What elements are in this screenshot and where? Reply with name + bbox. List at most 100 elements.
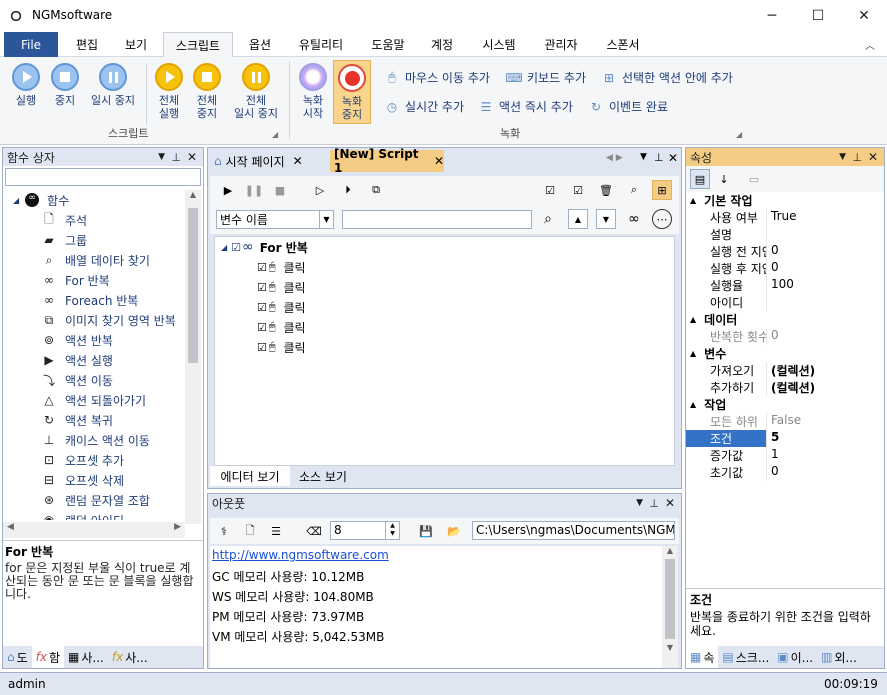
pin-icon[interactable]: ⊥ [852, 151, 862, 164]
function-item[interactable]: ↻ 액션 복귀 [3, 410, 185, 430]
function-item[interactable]: 🗋 주석 [3, 210, 185, 230]
collapse-icon[interactable]: ▲ [690, 315, 696, 324]
maximize-button[interactable]: ☐ [795, 0, 841, 32]
tree-node-click[interactable]: ☑ 🖱 클릭 [257, 337, 306, 357]
tab-utility[interactable]: 유틸리티 [288, 32, 354, 57]
eraser-icon[interactable]: ⌫ [304, 521, 324, 541]
tab-toolbox[interactable]: ⌂ 도 [3, 646, 32, 668]
property-category[interactable]: ▲ 기본 작업 [686, 192, 884, 209]
checkbox-icon[interactable]: ☑ [257, 261, 267, 274]
mouse-move-button[interactable]: 🖱 마우스 이동 추가 [384, 69, 490, 86]
property-value[interactable] [766, 226, 771, 243]
property-value[interactable]: (컬렉션) [766, 362, 815, 379]
tab-functions[interactable]: fx 함 [31, 646, 65, 668]
horizontal-scrollbar[interactable]: ◀ ▶ [3, 522, 185, 538]
property-value[interactable]: 100 [766, 277, 794, 294]
checkbox-icon[interactable]: ☑ [257, 341, 267, 354]
property-category[interactable]: ▲ 데이터 [686, 311, 884, 328]
move-down-icon[interactable]: ▼ [596, 209, 616, 229]
minimize-button[interactable]: ─ [749, 0, 795, 32]
loop-icon[interactable]: ∞ [624, 209, 644, 229]
run-all-button[interactable]: 전체 실행 [152, 63, 186, 120]
folder-icon[interactable]: 📂 [444, 521, 464, 541]
record-stop-button[interactable]: 녹화 중지 [333, 60, 371, 124]
property-row[interactable]: 조건 5 [686, 430, 884, 447]
property-row[interactable]: 실행율 100 [686, 277, 884, 294]
function-item[interactable]: ⊚ 액션 반복 [3, 330, 185, 350]
tree-root[interactable]: ◢ ∞ 함수 [3, 190, 185, 210]
checkbox-icon[interactable]: ☑ [257, 321, 267, 334]
tab-source-view[interactable]: 소스 보기 [290, 466, 356, 486]
function-item[interactable]: ∞ Foreach 반복 [3, 290, 185, 310]
property-value[interactable]: 0 [766, 328, 779, 345]
property-value[interactable]: 0 [766, 260, 779, 277]
property-value[interactable] [766, 294, 771, 311]
function-item[interactable]: ⊛ 랜덤 문자열 조합 [3, 490, 185, 510]
categorized-icon[interactable]: ▤ [690, 169, 710, 189]
instant-button[interactable]: ☰ 액션 즉시 추가 [478, 98, 573, 115]
tab-user1[interactable]: ▦ 사... [64, 646, 108, 668]
save-icon[interactable]: 💾 [416, 521, 436, 541]
spinner-arrows-icon[interactable]: ▲ ▼ [385, 522, 399, 539]
property-row[interactable]: 초기값 0 [686, 464, 884, 481]
tab-file[interactable]: File [4, 32, 58, 57]
property-row[interactable]: 반복한 횟수 0 [686, 328, 884, 345]
tree-for-loop[interactable]: ◢ ☑ ∞ For 반복 [221, 237, 308, 257]
close-tab-icon[interactable]: ✕ [434, 154, 444, 168]
step-icon[interactable]: ▷ [310, 180, 330, 200]
property-value[interactable]: 5 [766, 430, 779, 447]
pause-all-button[interactable]: 전체 일시 중지 [228, 63, 284, 120]
tree-node-click[interactable]: ☑ 🖱 클릭 [257, 257, 306, 277]
property-row[interactable]: 추가하기 (컬렉션) [686, 379, 884, 396]
check-all-icon[interactable]: ☑ [540, 180, 560, 200]
collapse-icon[interactable]: ▲ [690, 196, 696, 205]
property-row[interactable]: 실행 전 지연0 [686, 243, 884, 260]
more-icon[interactable]: ⋯ [652, 209, 672, 229]
variable-select[interactable]: 변수 이름 ▼ [216, 210, 334, 229]
pause-button[interactable]: 일시 중지 [86, 63, 140, 107]
stop-icon[interactable]: ■ [270, 180, 290, 200]
play-icon[interactable]: ▶ [218, 180, 238, 200]
realtime-button[interactable]: ◷ 실시간 추가 [384, 98, 464, 115]
tree-view-icon[interactable]: ⊞ [652, 180, 672, 200]
function-item[interactable]: ▶ 액션 실행 [3, 350, 185, 370]
tab-images[interactable]: ▣ 이... [773, 646, 817, 668]
close-panel-icon[interactable]: ✕ [187, 150, 197, 164]
group-launcher-icon[interactable]: ◢ [272, 130, 278, 139]
dropdown-icon[interactable]: ▼ [839, 152, 846, 162]
search-icon[interactable]: ⌕ [624, 180, 644, 200]
property-row[interactable]: 증가값 1 [686, 447, 884, 464]
pin-icon[interactable]: ⊥ [654, 151, 664, 164]
clean-icon[interactable]: ⚕ [214, 521, 234, 541]
property-value[interactable]: True [766, 209, 797, 226]
function-item[interactable]: ∞ For 반복 [3, 270, 185, 290]
tab-system[interactable]: 시스템 [472, 32, 526, 57]
property-category[interactable]: ▲ 작업 [686, 396, 884, 413]
tab-nav-arrows[interactable]: ◀ ▶ [606, 153, 623, 163]
property-value[interactable]: 1 [766, 447, 779, 464]
collapse-ribbon-button[interactable]: ︿ [858, 32, 882, 57]
close-panel-icon[interactable]: ✕ [665, 496, 675, 510]
function-item[interactable]: ▰ 그룹 [3, 230, 185, 250]
chevron-down-icon[interactable]: ▼ [319, 211, 333, 228]
stop-button[interactable]: 중지 [48, 63, 82, 107]
property-row[interactable]: 설명 [686, 226, 884, 243]
collapse-icon[interactable]: ▲ [690, 400, 696, 409]
property-value[interactable]: 0 [766, 243, 779, 260]
log-path-input[interactable]: C:\Users\ngmas\Documents\NGM6\ [472, 521, 675, 540]
run-button[interactable]: 실행 [8, 63, 44, 107]
close-panel-icon[interactable]: ✕ [668, 151, 678, 165]
pin-icon[interactable]: ⊥ [649, 497, 659, 510]
scrollbar-thumb[interactable] [665, 559, 675, 639]
search-icon[interactable]: ⌕ [538, 209, 558, 229]
tab-start-page[interactable]: ⌂ 시작 페이지 ✕ [210, 150, 330, 172]
function-search-input[interactable] [5, 168, 201, 186]
tab-properties[interactable]: ▦ 속 [686, 646, 719, 668]
tab-help[interactable]: 도움말 [360, 32, 416, 57]
tab-editor-view[interactable]: 에디터 보기 [210, 466, 290, 486]
file-icon[interactable]: 🗋 [240, 521, 260, 541]
expand-icon[interactable]: ◢ [221, 243, 227, 252]
property-pages-icon[interactable]: ▭ [744, 169, 764, 189]
property-value[interactable]: (컬렉션) [766, 379, 815, 396]
vertical-scrollbar[interactable]: ▲ [185, 190, 201, 524]
